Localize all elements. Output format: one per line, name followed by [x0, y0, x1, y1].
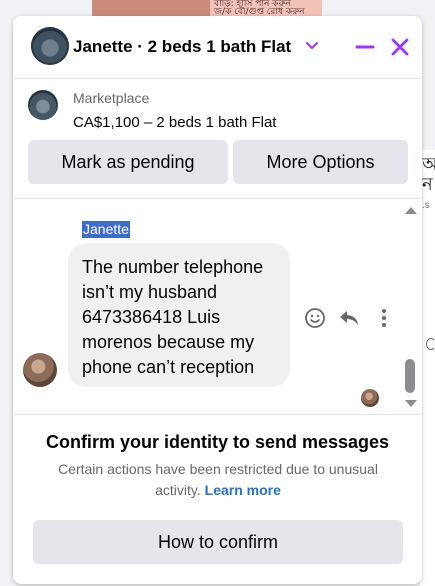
marketplace-label: Marketplace — [73, 90, 150, 106]
scroll-up-icon[interactable] — [405, 207, 417, 214]
banner-text-line-2: জ/ক বৌ/গুপ্ত রোধ করুন — [214, 7, 305, 17]
restriction-body: Certain actions have been restricted due… — [43, 459, 393, 501]
minus-icon[interactable] — [353, 35, 377, 59]
close-icon[interactable] — [388, 35, 412, 59]
restriction-title: Confirm your identity to send messages — [45, 432, 390, 452]
listing-thumbnail — [28, 90, 58, 120]
scrollbar-thumb[interactable] — [405, 359, 415, 393]
background-page-edge: আ ন .s — [420, 150, 435, 586]
background-text-2: ন — [422, 174, 433, 195]
chat-header: Janette · 2 beds 1 bath Flat — [13, 16, 422, 79]
mark-as-pending-button[interactable]: Mark as pending — [28, 140, 228, 184]
chevron-down-icon[interactable] — [303, 37, 321, 55]
how-to-confirm-button[interactable]: How to confirm — [33, 520, 403, 564]
message-text: The number telephone isn’t my husband 64… — [82, 257, 264, 377]
restriction-notice: Confirm your identity to send messages C… — [13, 414, 422, 584]
banner-text: বাড়ি: হাসি পান করুন জ/ক বৌ/গুপ্ত রোধ কর… — [214, 0, 305, 17]
sender-avatar[interactable] — [23, 353, 57, 387]
scroll-down-icon[interactable] — [405, 400, 417, 407]
learn-more-link[interactable]: Learn more — [205, 482, 281, 498]
background-text-3: .s — [422, 200, 430, 211]
seen-avatar — [361, 389, 379, 407]
listing-actions: Mark as pending More Options — [28, 140, 408, 184]
sender-name: Janette — [82, 221, 130, 238]
message-list: Janette The number telephone isn’t my hu… — [13, 198, 422, 415]
more-vertical-icon[interactable] — [373, 307, 395, 329]
message-bubble[interactable]: The number telephone isn’t my husband 64… — [68, 243, 290, 387]
avatar[interactable] — [31, 27, 69, 65]
chat-title[interactable]: Janette · 2 beds 1 bath Flat — [73, 37, 291, 57]
chat-window: Janette · 2 beds 1 bath Flat Marketplace… — [13, 16, 422, 584]
scrollbar[interactable] — [401, 199, 419, 412]
reply-icon[interactable] — [338, 307, 360, 329]
listing-price-title: CA$1,100 – 2 beds 1 bath Flat — [73, 114, 277, 131]
refresh-icon — [426, 338, 435, 350]
more-options-button[interactable]: More Options — [233, 140, 408, 184]
smiley-icon[interactable] — [304, 307, 326, 329]
listing-info[interactable]: Marketplace CA$1,100 – 2 beds 1 bath Fla… — [13, 78, 422, 138]
